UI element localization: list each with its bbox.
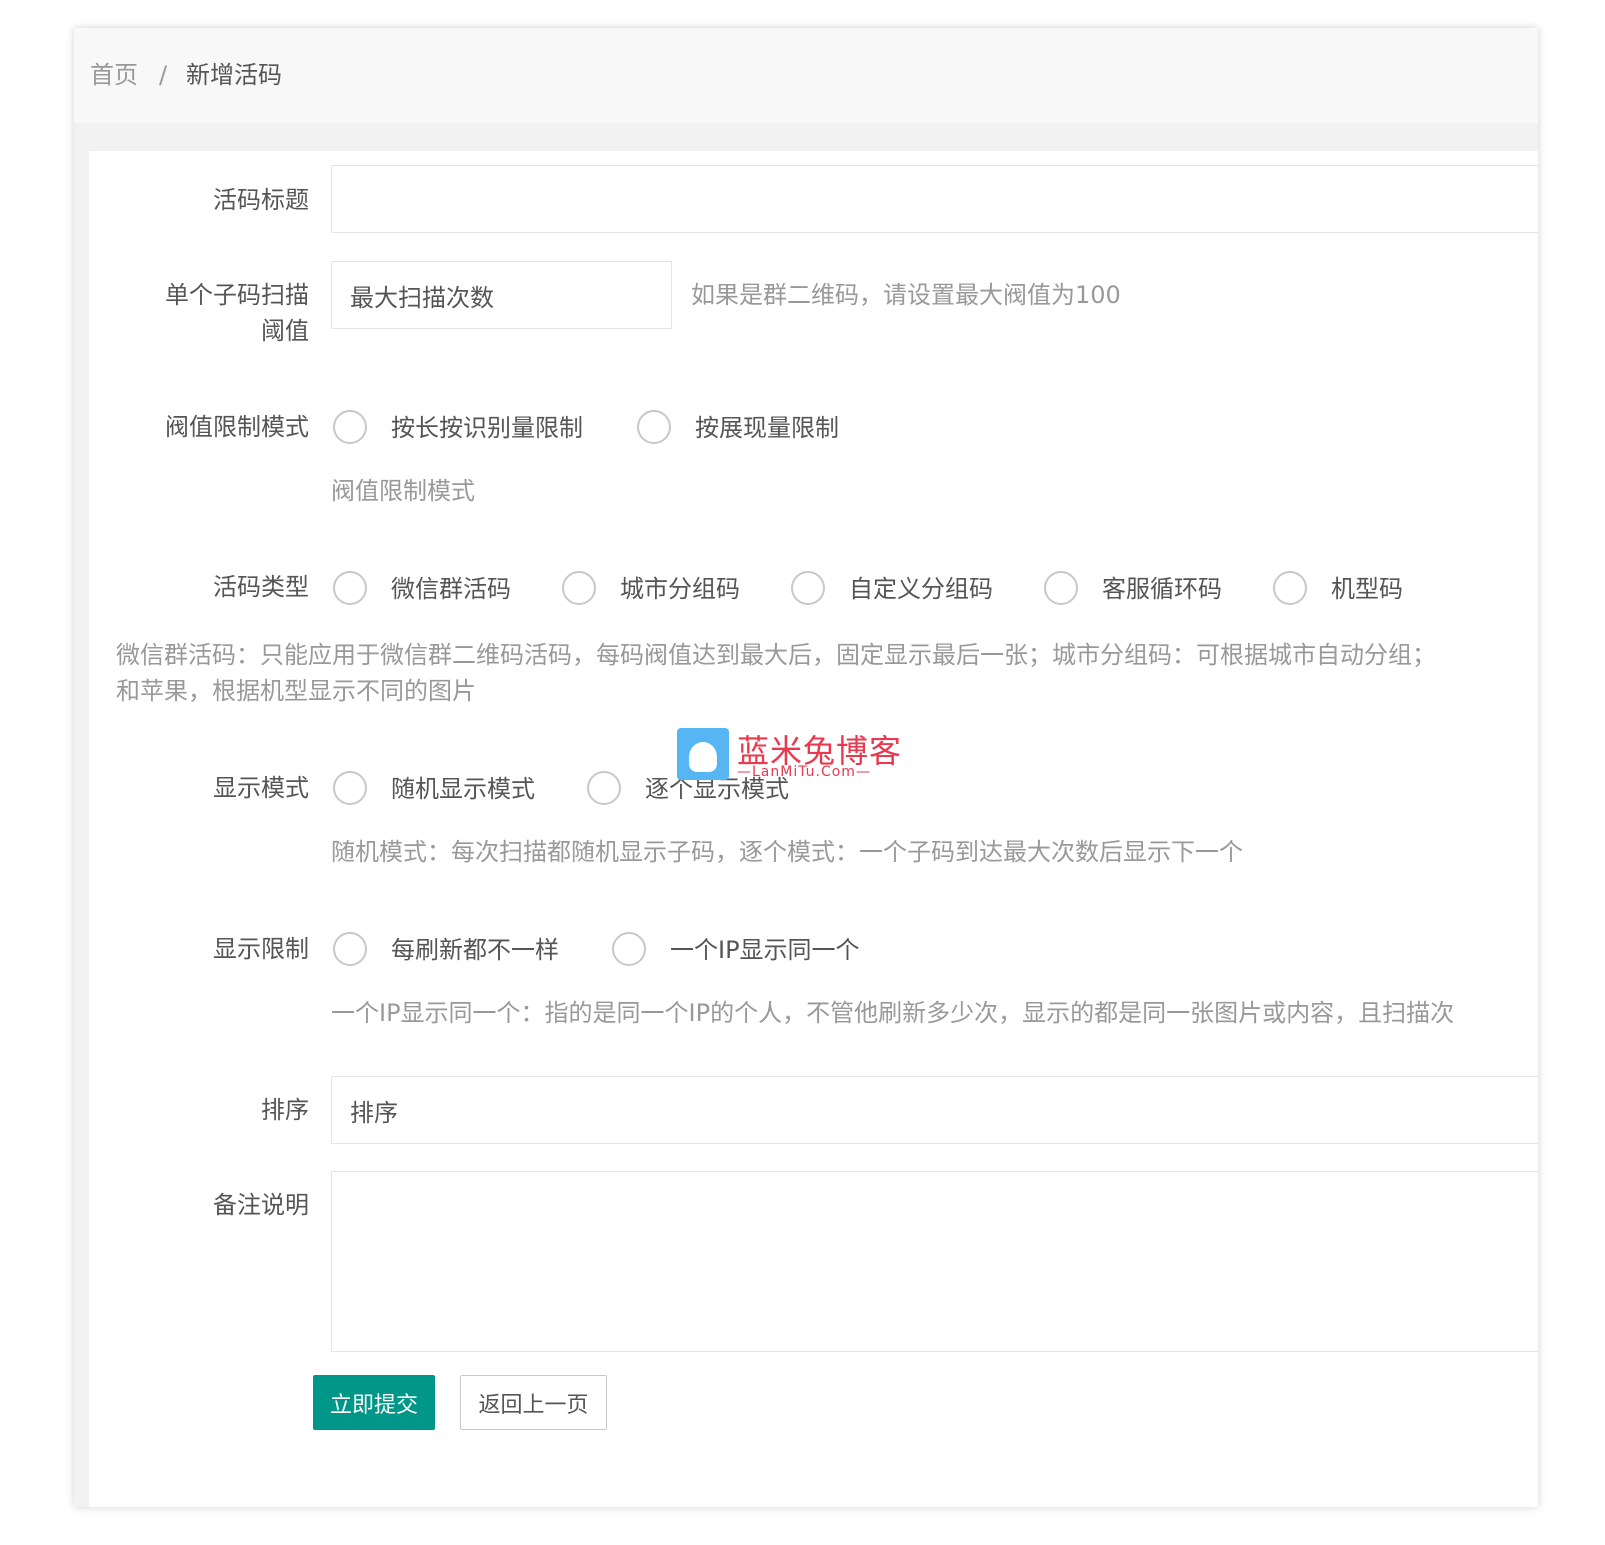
threshold-tip: 如果是群二维码，请设置最大阀值为100 xyxy=(691,281,1121,309)
limit-mode-option-1[interactable]: 按长按识别量限制 xyxy=(391,410,583,446)
limit-mode-radio-2[interactable] xyxy=(637,410,671,444)
limit-mode-radio-1[interactable] xyxy=(333,410,367,444)
display-limit-tip: 一个IP显示同一个：指的是同一个IP的个人，不管他刷新多少次，显示的都是同一张图… xyxy=(331,999,1455,1027)
title-label: 活码标题 xyxy=(213,186,309,214)
code-type-radio-4[interactable] xyxy=(1044,571,1078,605)
code-type-option-5[interactable]: 机型码 xyxy=(1331,571,1403,607)
watermark-subtitle: —LanMiTu.Com— xyxy=(737,764,871,780)
code-type-option-3[interactable]: 自定义分组码 xyxy=(849,571,993,607)
limit-mode-label: 阀值限制模式 xyxy=(165,413,309,441)
display-mode-radio-2[interactable] xyxy=(587,771,621,805)
back-button[interactable]: 返回上一页 xyxy=(460,1375,607,1430)
display-mode-tip: 随机模式：每次扫描都随机显示子码，逐个模式：一个子码到达最大次数后显示下一个 xyxy=(331,838,1243,866)
threshold-placeholder: 最大扫描次数 xyxy=(350,283,494,312)
limit-mode-tip: 阀值限制模式 xyxy=(331,477,475,505)
breadcrumb-separator: / xyxy=(159,61,168,89)
sort-placeholder: 排序 xyxy=(350,1098,398,1127)
display-limit-label: 显示限制 xyxy=(213,935,309,963)
code-type-radio-2[interactable] xyxy=(562,571,596,605)
watermark-logo-icon xyxy=(677,728,729,780)
submit-button[interactable]: 立即提交 xyxy=(313,1375,435,1430)
display-limit-radio-1[interactable] xyxy=(333,932,367,966)
sort-input[interactable]: 排序 xyxy=(331,1076,1538,1144)
display-mode-option-1[interactable]: 随机显示模式 xyxy=(391,771,535,807)
display-mode-radio-1[interactable] xyxy=(333,771,367,805)
remark-textarea[interactable] xyxy=(331,1171,1538,1352)
page-panel: 首页 / 新增活码 活码标题 单个子码扫描 阈值 最大扫描次数 如果是群二维码，… xyxy=(74,28,1538,1507)
display-limit-option-1[interactable]: 每刷新都不一样 xyxy=(391,932,559,968)
title-input[interactable] xyxy=(331,165,1538,233)
code-type-label: 活码类型 xyxy=(213,573,309,601)
code-type-tip-line2: 和苹果，根据机型显示不同的图片 xyxy=(116,677,476,705)
code-type-radio-5[interactable] xyxy=(1273,571,1307,605)
threshold-label-line2: 阈值 xyxy=(261,317,309,345)
code-type-tip-line1: 微信群活码：只能应用于微信群二维码活码，每码阀值达到最大后，固定显示最后一张；城… xyxy=(116,641,1436,669)
breadcrumb-current: 新增活码 xyxy=(186,61,282,89)
threshold-label-line1: 单个子码扫描 xyxy=(165,281,309,309)
code-type-option-4[interactable]: 客服循环码 xyxy=(1102,571,1222,607)
code-type-option-1[interactable]: 微信群活码 xyxy=(391,571,511,607)
form-card: 活码标题 单个子码扫描 阈值 最大扫描次数 如果是群二维码，请设置最大阀值为10… xyxy=(89,151,1538,1507)
limit-mode-option-2[interactable]: 按展现量限制 xyxy=(695,410,839,446)
display-limit-radio-2[interactable] xyxy=(612,932,646,966)
code-type-option-2[interactable]: 城市分组码 xyxy=(620,571,740,607)
sort-label: 排序 xyxy=(261,1096,309,1124)
display-mode-label: 显示模式 xyxy=(213,774,309,802)
watermark: 蓝米兔博客 —LanMiTu.Com— xyxy=(677,728,901,784)
threshold-input[interactable]: 最大扫描次数 xyxy=(331,261,672,329)
breadcrumb-home-link[interactable]: 首页 xyxy=(90,28,138,123)
code-type-radio-3[interactable] xyxy=(791,571,825,605)
remark-label: 备注说明 xyxy=(213,1191,309,1219)
display-limit-option-2[interactable]: 一个IP显示同一个 xyxy=(670,932,860,968)
breadcrumb: 首页 / 新增活码 xyxy=(74,28,1538,123)
code-type-radio-1[interactable] xyxy=(333,571,367,605)
